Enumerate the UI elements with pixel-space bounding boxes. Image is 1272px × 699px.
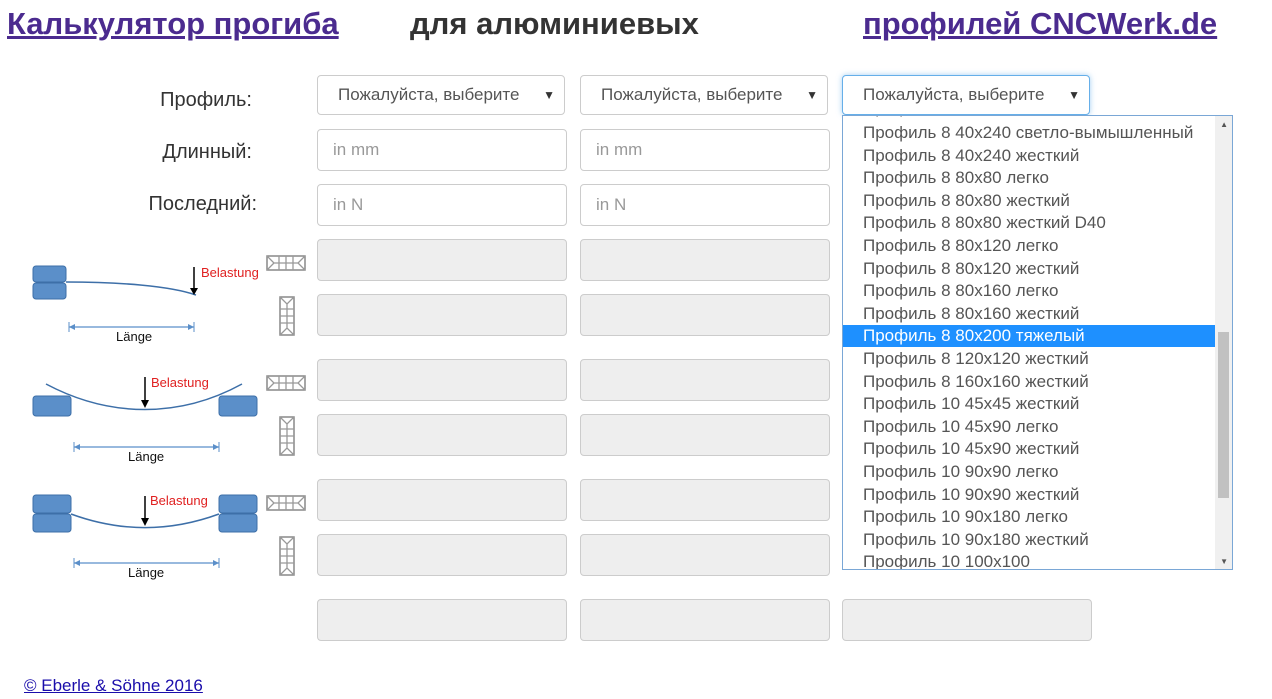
- chevron-down-icon: ▼: [1068, 88, 1080, 102]
- dropdown-option[interactable]: Профиль 8 40x240 светло-вымышленный: [843, 122, 1215, 144]
- belastung-label: Belastung: [150, 493, 208, 508]
- profile-select-1-value: Пожалуйста, выберите: [338, 85, 520, 104]
- title-link-cncwerk[interactable]: профилей CNCWerk.de: [863, 6, 1217, 42]
- result-field: [580, 294, 830, 336]
- supported-beam-diagram: Belastung Länge: [30, 372, 270, 468]
- result-field: [842, 599, 1092, 641]
- dropdown-option[interactable]: Профиль 10 45x45 жесткий: [843, 393, 1215, 415]
- result-field: [580, 534, 830, 576]
- cantilever-diagram: Belastung Länge: [30, 262, 270, 346]
- dropdown-option[interactable]: Профиль 10 100x100: [843, 551, 1215, 569]
- profile-vertical-icon: [279, 536, 295, 576]
- profile-select-2[interactable]: Пожалуйста, выберите ▼: [580, 75, 828, 115]
- dropdown-option[interactable]: Профиль 10 90x180 легко: [843, 506, 1215, 528]
- dropdown-option[interactable]: Профиль 10 90x180 жесткий: [843, 529, 1215, 551]
- scroll-down-icon[interactable]: ▼: [1220, 557, 1228, 566]
- chevron-down-icon: ▼: [543, 88, 555, 102]
- dropdown-option[interactable]: Профиль 8 40x160 жесткий: [843, 116, 1215, 119]
- result-field: [580, 239, 830, 281]
- dropdown-option[interactable]: Профиль 8 80x80 жесткий D40: [843, 212, 1215, 234]
- dropdown-option[interactable]: Профиль 10 90x90 жесткий: [843, 484, 1215, 506]
- dropdown-option[interactable]: Профиль 10 45x90 жесткий: [843, 438, 1215, 460]
- profile-vertical-icon: [279, 416, 295, 456]
- result-field: [317, 599, 567, 641]
- result-field: [317, 414, 567, 456]
- result-field: [580, 414, 830, 456]
- length-input-1[interactable]: in mm: [317, 129, 567, 171]
- load-input-1[interactable]: in N: [317, 184, 567, 226]
- profile-vertical-icon: [279, 296, 295, 336]
- dropdown-option[interactable]: Профиль 8 80x120 жесткий: [843, 258, 1215, 280]
- laenge-label: Länge: [116, 329, 153, 344]
- dropdown-option[interactable]: Профиль 8 40x240 жесткий: [843, 145, 1215, 167]
- fixed-beam-diagram: Belastung Länge: [30, 490, 270, 586]
- title-text-aluminium: для алюминиевых: [410, 6, 699, 41]
- scroll-up-icon[interactable]: ▲: [1220, 120, 1228, 129]
- profile-label: Профиль:: [160, 89, 252, 111]
- profile-horizontal-icon: [266, 495, 306, 511]
- dropdown-option[interactable]: Профиль 8 80x120 легко: [843, 235, 1215, 257]
- profile-select-1[interactable]: Пожалуйста, выберите ▼: [317, 75, 565, 115]
- laenge-label: Länge: [128, 449, 165, 464]
- copyright-link[interactable]: © Eberle & Söhne 2016: [24, 676, 203, 696]
- profile-select-3-value: Пожалуйста, выберите: [863, 85, 1045, 104]
- result-field: [317, 294, 567, 336]
- belastung-label: Belastung: [151, 375, 209, 390]
- result-field: [580, 359, 830, 401]
- result-field: [580, 599, 830, 641]
- profile-select-2-value: Пожалуйста, выберите: [601, 85, 783, 104]
- result-field: [317, 479, 567, 521]
- profile-select-3[interactable]: Пожалуйста, выберите ▼: [842, 75, 1090, 115]
- dropdown-option[interactable]: Профиль 8 80x160 жесткий: [843, 303, 1215, 325]
- dropdown-scrollbar-thumb[interactable]: [1218, 332, 1229, 498]
- dropdown-option[interactable]: Профиль 8 80x160 легко: [843, 280, 1215, 302]
- dropdown-option[interactable]: Профиль 8 80x80 легко: [843, 167, 1215, 189]
- chevron-down-icon: ▼: [806, 88, 818, 102]
- profile-horizontal-icon: [266, 255, 306, 271]
- dropdown-option[interactable]: Профиль 8 80x200 тяжелый: [843, 325, 1215, 348]
- laenge-label: Länge: [128, 565, 165, 580]
- dropdown-option[interactable]: Профиль 10 90x90 легко: [843, 461, 1215, 483]
- load-input-2[interactable]: in N: [580, 184, 830, 226]
- length-label: Длинный:: [162, 141, 252, 163]
- result-field: [317, 534, 567, 576]
- dropdown-option[interactable]: Профиль 8 120x120 жесткий: [843, 348, 1215, 370]
- length-input-2[interactable]: in mm: [580, 129, 830, 171]
- title-link-calculator[interactable]: Калькулятор прогиба: [7, 6, 339, 42]
- result-field: [580, 479, 830, 521]
- profile-dropdown-list[interactable]: Профиль 8 40x160 жесткий Профиль 8 40x24…: [842, 115, 1233, 570]
- result-field: [317, 359, 567, 401]
- profile-horizontal-icon: [266, 375, 306, 391]
- dropdown-option[interactable]: Профиль 8 80x80 жесткий: [843, 190, 1215, 212]
- dropdown-option[interactable]: Профиль 8 160x160 жесткий: [843, 371, 1215, 393]
- result-field: [317, 239, 567, 281]
- dropdown-option[interactable]: Профиль 10 45x90 легко: [843, 416, 1215, 438]
- load-label: Последний:: [148, 193, 257, 215]
- belastung-label: Belastung: [201, 265, 259, 280]
